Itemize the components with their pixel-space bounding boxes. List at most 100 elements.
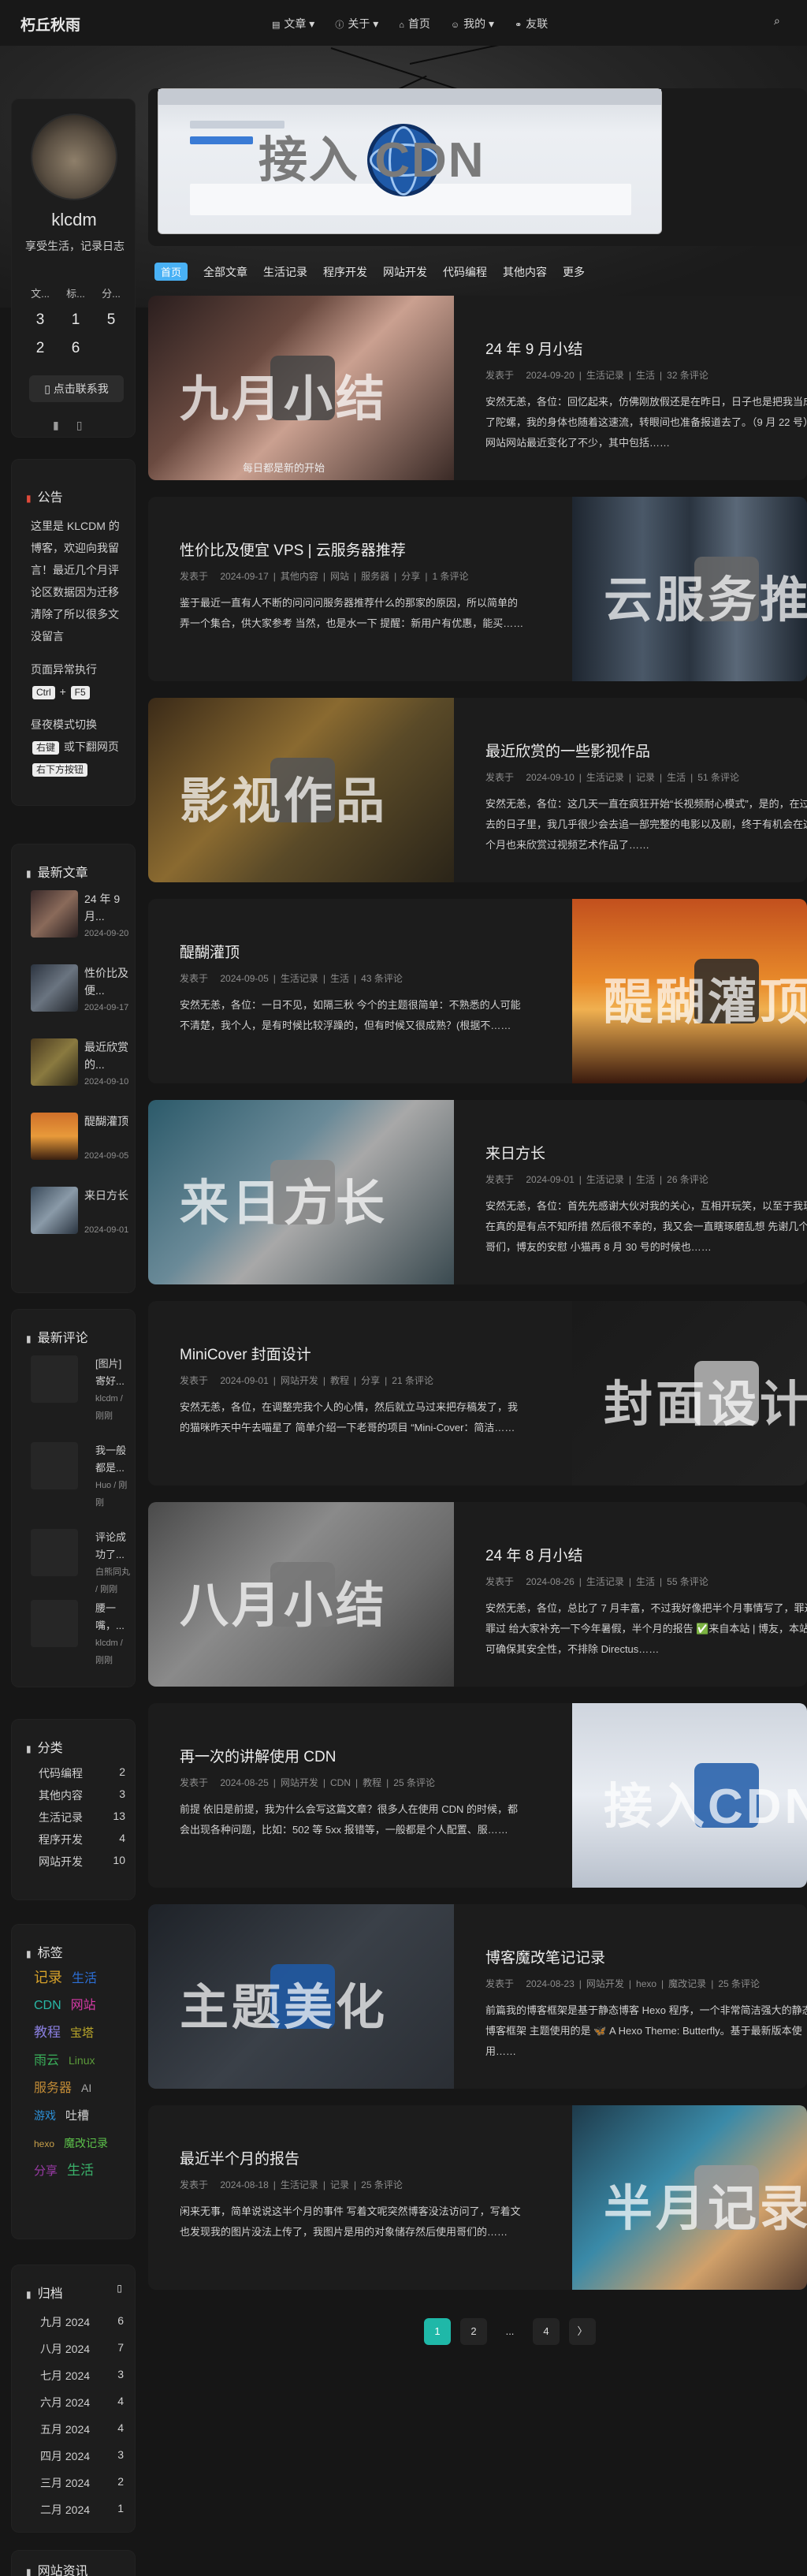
tag-link[interactable]: 服务器 <box>34 2082 72 2095</box>
post-title[interactable]: 最近半个月的报告 <box>180 2147 299 2168</box>
tag-link[interactable]: 宝塔 <box>70 2026 94 2040</box>
recent-post-item[interactable]: 24 年 9 月... 2024-09-20 <box>31 890 128 953</box>
category-tab[interactable]: 程序开发 <box>323 264 367 280</box>
meta-link[interactable]: 生活记录 <box>586 1174 624 1185</box>
meta-link[interactable]: 网站开发 <box>281 1375 318 1386</box>
post-title[interactable]: 博客魔改笔记记录 <box>485 1946 605 1967</box>
meta-link[interactable]: 记录 <box>330 2179 349 2190</box>
post-cover[interactable]: 主题美化 <box>148 1904 454 2089</box>
post-cover[interactable]: 醍醐灌顶 <box>572 899 807 1083</box>
category-tab[interactable]: 全部文章 <box>203 264 247 280</box>
meta-link[interactable]: 生活记录 <box>281 973 318 984</box>
post-cover[interactable]: 八月小结 <box>148 1502 454 1687</box>
meta-link[interactable]: 生活记录 <box>586 772 624 783</box>
meta-link[interactable]: 服务器 <box>361 571 389 582</box>
search-icon[interactable]: ⌕ <box>774 14 780 28</box>
tag-link[interactable]: CDN <box>34 1999 61 2012</box>
tag-link[interactable]: 记录 <box>34 1970 62 1985</box>
comment-item[interactable]: [图片] 寄好... klcdm / 刚刚 <box>31 1355 128 1442</box>
category-item[interactable]: 程序开发 4 <box>39 1832 125 1847</box>
menu-item-about[interactable]: ⓘ 关于 ▾ <box>335 16 378 32</box>
recent-post-item[interactable]: 醍醐灌顶 2024-09-05 <box>31 1113 128 1176</box>
recent-post-item[interactable]: 来日方长 2024-09-01 <box>31 1187 128 1250</box>
comment-count[interactable]: 25 条评论 <box>718 1978 760 1989</box>
meta-link[interactable]: 魔改记录 <box>668 1978 706 1989</box>
comment-count[interactable]: 43 条评论 <box>361 973 403 984</box>
category-tab[interactable]: 代码编程 <box>443 264 487 280</box>
recent-post-item[interactable]: 最近欣赏的... 2024-09-10 <box>31 1038 128 1102</box>
post-title[interactable]: 24 年 8 月小结 <box>485 1544 583 1565</box>
post-cover[interactable]: 来日方长 <box>148 1100 454 1284</box>
page-button[interactable]: 2 <box>460 2318 487 2345</box>
post-card-blog-mod[interactable]: 主题美化 博客魔改笔记记录 发表于 2024-08-23 | 网站开发 | hexo | 魔改记… <box>148 1904 807 2089</box>
archive-item[interactable]: 五月 2024 4 <box>40 2421 124 2437</box>
tag-link[interactable]: 网站 <box>71 1999 96 2012</box>
category-tab-more[interactable]: 更多 <box>563 264 585 280</box>
meta-link[interactable]: 网站开发 <box>586 1978 624 1989</box>
meta-link[interactable]: 分享 <box>361 1375 380 1386</box>
post-card-vps[interactable]: 云服务推荐 性价比及便宜 VPS | 云服务器推荐发表于 2024-09-17|其… <box>148 497 807 681</box>
post-card-films[interactable]: 影视作品 最近欣赏的一些影视作品 发表于 2024-09-10 | 生活记录 | 记录 | 生活… <box>148 698 807 882</box>
comment-count[interactable]: 26 条评论 <box>667 1174 708 1185</box>
tag-link[interactable]: 教程 <box>34 2025 61 2040</box>
meta-link[interactable]: 网站开发 <box>281 1777 318 1788</box>
menu-item-friends[interactable]: ⚭ 友联 <box>515 16 548 32</box>
meta-link[interactable]: 生活记录 <box>281 2179 318 2190</box>
recent-post-item[interactable]: 性价比及便... 2024-09-17 <box>31 964 128 1027</box>
meta-link[interactable]: 网站 <box>330 571 349 582</box>
post-title[interactable]: 性价比及便宜 VPS | 云服务器推荐 <box>180 539 406 560</box>
archive-item[interactable]: 三月 2024 2 <box>40 2475 124 2491</box>
archive-item[interactable]: 七月 2024 3 <box>40 2368 124 2384</box>
tag-link[interactable]: hexo <box>34 2138 54 2149</box>
tag-link[interactable]: 分享 <box>34 2164 58 2178</box>
archive-item[interactable]: 四月 2024 3 <box>40 2448 124 2464</box>
post-card-cdn[interactable]: 接入CDN 再一次的讲解使用 CDN 发表于 2024-08-25 | 网站开发 | CDN… <box>148 1703 807 1888</box>
post-cover[interactable]: 接入CDN <box>572 1703 807 1888</box>
post-card-sept-summary[interactable]: 九月小结 每日都是新的开始 24 年 9 月小结 发表于 2024-09-20 | 生活记… <box>148 296 807 480</box>
meta-link[interactable]: 分享 <box>401 571 420 582</box>
comment-item[interactable]: 腰一嘴，... klcdm / 刚刚 <box>31 1600 128 1687</box>
tag-link[interactable]: Linux <box>69 2054 95 2067</box>
featured-banner[interactable]: 接入 CDN <box>148 88 807 246</box>
menu-item-home[interactable]: ⌂ 首页 <box>399 16 430 32</box>
stat-categories[interactable]: 分... 5 <box>95 285 127 357</box>
category-tab[interactable]: 生活记录 <box>263 264 307 280</box>
tag-link[interactable]: 雨云 <box>34 2054 59 2067</box>
tag-link[interactable]: AI <box>81 2082 91 2094</box>
category-item[interactable]: 其他内容 3 <box>39 1788 125 1803</box>
meta-link[interactable]: 教程 <box>330 1375 349 1386</box>
tag-link[interactable]: 魔改记录 <box>64 2137 108 2149</box>
post-card-future[interactable]: 来日方长 来日方长 发表于 2024-09-01 | 生活记录 | 生活 | 26 条评论 安然无… <box>148 1100 807 1284</box>
category-item[interactable]: 代码编程 2 <box>39 1765 125 1781</box>
archive-item[interactable]: 六月 2024 4 <box>40 2395 124 2410</box>
category-tab-home[interactable]: 首页 <box>154 263 188 281</box>
comment-count[interactable]: 32 条评论 <box>667 370 708 381</box>
stat-tags[interactable]: 标... 1 6 <box>60 285 91 357</box>
post-cover[interactable]: 影视作品 <box>148 698 454 882</box>
post-title[interactable]: 醍醐灌顶 <box>180 941 240 962</box>
avatar[interactable] <box>31 114 117 200</box>
menu-item-articles[interactable]: ▤ 文章 ▾ <box>272 16 314 32</box>
archive-item[interactable]: 二月 2024 1 <box>40 2502 124 2518</box>
post-cover[interactable]: 云服务推荐 <box>572 497 807 681</box>
comment-item[interactable]: 我一般都是... Huo / 刚刚 <box>31 1442 128 1529</box>
archive-item[interactable]: 八月 2024 7 <box>40 2341 124 2357</box>
post-title[interactable]: MiniCover 封面设计 <box>180 1343 311 1364</box>
archive-item[interactable]: 九月 2024 6 <box>40 2314 124 2330</box>
post-card-aug-summary[interactable]: 八月小结 24 年 8 月小结 发表于 2024-08-26 | 生活记录 | 生活 | 55 … <box>148 1502 807 1687</box>
category-item[interactable]: 生活记录 13 <box>39 1810 125 1825</box>
tag-link[interactable]: 生活 <box>72 1972 97 1985</box>
category-item[interactable]: 网站开发 10 <box>39 1854 125 1870</box>
category-tab[interactable]: 其他内容 <box>503 264 547 280</box>
meta-link[interactable]: 生活 <box>636 370 655 381</box>
email-icon[interactable]: ▯ <box>76 419 83 432</box>
meta-link[interactable]: 生活 <box>636 1576 655 1587</box>
meta-link[interactable]: 记录 <box>636 772 655 783</box>
stat-articles[interactable]: 文... 3 2 <box>24 285 56 357</box>
meta-link[interactable]: 生活 <box>330 973 349 984</box>
meta-link[interactable]: hexo <box>636 1978 656 1989</box>
post-card-enlightenment[interactable]: 醍醐灌顶 醍醐灌顶 发表于 2024-09-05 | 生活记录 | 生活 | 43 条评论 安然无… <box>148 899 807 1083</box>
post-title[interactable]: 来日方长 <box>485 1142 545 1163</box>
meta-link[interactable]: 生活 <box>667 772 686 783</box>
meta-link[interactable]: 教程 <box>363 1777 381 1788</box>
